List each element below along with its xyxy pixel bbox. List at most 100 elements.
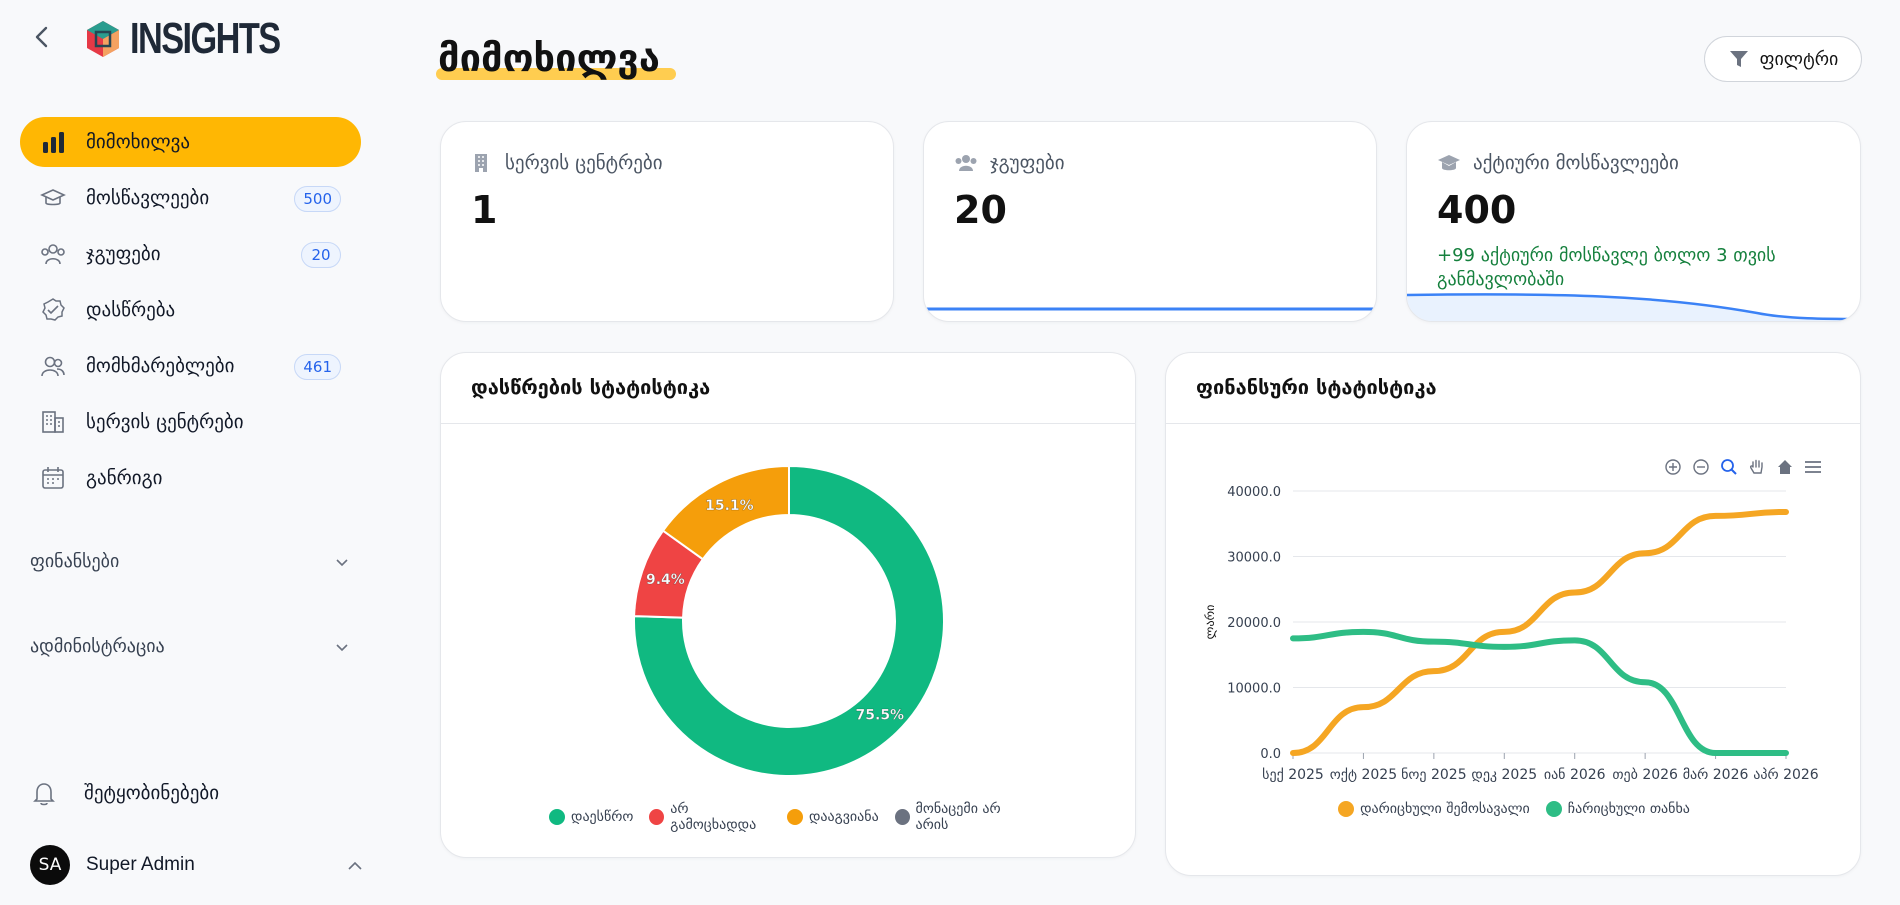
legend-item[interactable]: არ გამოცხადდა	[649, 801, 771, 833]
check-badge-icon	[40, 297, 66, 323]
calendar-icon	[40, 465, 66, 491]
y-tick-label: 10000.0	[1227, 682, 1281, 697]
sidebar-item-students[interactable]: მოსწავლეები 500	[20, 173, 361, 223]
attendance-panel: დასწრების სტატისტიკა 75.5% 9.4% 15.1% დაეს…	[440, 352, 1136, 858]
legend-label: დაესწრო	[571, 809, 634, 825]
legend-item[interactable]: დაესწრო	[549, 809, 633, 825]
count-badge: 461	[294, 354, 341, 380]
sparkline	[1407, 293, 1860, 321]
section-label: ფინანსები	[30, 551, 120, 572]
sidebar-item-attendance[interactable]: დასწრება	[20, 285, 361, 335]
y-tick-label: 0.0	[1260, 747, 1281, 762]
legend-swatch	[786, 809, 803, 825]
stat-card-active-students: აქტიური მოსწავლეები 400 +99 აქტიური მოსწ…	[1406, 121, 1861, 322]
x-tick-label: თებ 2026	[1612, 767, 1678, 783]
x-tick-label: აპრ 2026	[1753, 766, 1819, 783]
y-axis-label: ლარი	[1203, 605, 1217, 640]
panel-title: ფინანსური სტატისტიკა	[1196, 375, 1437, 399]
building-icon	[475, 154, 487, 172]
legend-item[interactable]: დარიცხული შემოსავალი	[1338, 801, 1530, 817]
sidebar-item-service-centers[interactable]: სერვის ცენტრები	[20, 397, 361, 447]
avatar: SA	[30, 845, 70, 885]
finance-line-chart: 0.0 10000.0 20000.0 30000.0 40000.0 სექ 2025 ო…	[1203, 485, 1819, 783]
chart-legend: დაესწრო არ გამოცხადდა დააგვიანა მონაცემი არ…	[549, 801, 1029, 833]
chevron-up-icon[interactable]	[346, 857, 364, 875]
series-line[interactable]	[1290, 628, 1789, 756]
slice-label: 9.4%	[646, 572, 685, 588]
sidebar-item-users[interactable]: მომხმარებლები 461	[20, 341, 361, 391]
legend-label: დარიცხული შემოსავალი	[1360, 801, 1530, 817]
x-tick-label: სექ 2025	[1262, 767, 1324, 783]
sidebar-item-label: მიმოხილვა	[86, 131, 190, 153]
logo-icon	[87, 21, 119, 57]
user-icon	[40, 353, 66, 379]
count-badge: 20	[301, 242, 341, 268]
notifications-item[interactable]: შეტყობინებები	[30, 779, 219, 807]
user-name: Super Admin	[86, 854, 195, 875]
legend-item[interactable]: ჩარიცხული თანხა	[1545, 801, 1690, 817]
legend-swatch	[649, 809, 665, 825]
graduation-cap-icon	[1438, 155, 1460, 171]
chart-legend: დარიცხული შემოსავალი ჩარიცხული თანხა	[1166, 801, 1860, 817]
sidebar-item-label: ჯგუფები	[86, 243, 161, 265]
legend-swatch	[1545, 801, 1562, 817]
y-tick-label: 20000.0	[1227, 616, 1281, 631]
legend-swatch	[894, 809, 910, 825]
bell-icon	[33, 783, 55, 806]
legend-swatch	[549, 809, 565, 825]
count-badge: 500	[294, 186, 341, 212]
x-tick-label: მარ 2026	[1683, 766, 1749, 783]
logo[interactable]: INSIGHTS	[82, 14, 322, 64]
y-tick-label: 30000.0	[1227, 551, 1281, 566]
sidebar-section-administration[interactable]: ადმინისტრაცია	[30, 636, 350, 657]
sidebar-item-label: სერვის ცენტრები	[86, 411, 244, 433]
users-group-icon	[955, 155, 977, 171]
attendance-donut-chart: 75.5% 9.4% 15.1%	[633, 464, 945, 777]
logo-text: INSIGHTS	[130, 14, 281, 63]
filter-button[interactable]: ფილტრი	[1704, 36, 1862, 82]
graduation-cap-icon	[40, 185, 66, 211]
page-title: მიმოხილვა	[438, 36, 660, 80]
sidebar-item-schedule[interactable]: განრიგი	[20, 453, 361, 503]
user-menu[interactable]: SA Super Admin	[30, 845, 364, 885]
legend-item[interactable]: დააგვიანა	[786, 809, 879, 825]
notifications-label: შეტყობინებები	[84, 782, 220, 804]
legend-swatch	[1338, 801, 1355, 817]
sidebar-item-label: მომხმარებლები	[86, 355, 235, 377]
x-tick-label: ნოე 2025	[1401, 767, 1467, 783]
legend-label: არ გამოცხადდა	[670, 801, 757, 833]
stat-card-service-centers: სერვის ცენტრები 1	[440, 121, 894, 322]
slice-label: 75.5%	[856, 708, 905, 724]
legend-label: დააგვიანა	[808, 809, 879, 825]
stat-title: ჯგუფები	[990, 152, 1065, 174]
finance-panel: ფინანსური სტატისტიკა 0.0 10000.0 20000.0 30…	[1165, 352, 1861, 876]
filter-icon	[1729, 51, 1748, 67]
sidebar-section-finances[interactable]: ფინანსები	[30, 551, 350, 572]
stat-note: +99 აქტიური მოსწავლე ბოლო 3 თვის განმავლ…	[1437, 245, 1776, 290]
sidebar-item-overview[interactable]: მიმოხილვა	[20, 117, 361, 167]
chevron-down-icon	[336, 643, 348, 651]
x-tick-label: ოქტ 2025	[1330, 767, 1397, 783]
sidebar-nav: მიმოხილვა მოსწავლეები 500 ჯგუფები 20 დას…	[20, 117, 361, 509]
sidebar: INSIGHTS მიმოხილვა მოსწავლეები 500 ჯგუფე…	[0, 0, 380, 905]
legend-item[interactable]: მონაცემი არ არის	[894, 801, 1029, 833]
sidebar-item-label: მოსწავლეები	[86, 187, 210, 209]
sparkline	[924, 307, 1376, 311]
stat-value: 20	[954, 188, 1007, 232]
legend-label: ჩარიცხული თანხა	[1567, 801, 1690, 817]
section-label: ადმინისტრაცია	[30, 636, 165, 657]
sidebar-item-label: განრიგი	[86, 467, 163, 489]
stat-value: 1	[471, 188, 498, 232]
bar-chart-icon	[40, 129, 66, 155]
slice-label: 15.1%	[705, 498, 754, 514]
back-icon[interactable]	[30, 24, 56, 50]
building-icon	[40, 409, 66, 435]
sidebar-item-groups[interactable]: ჯგუფები 20	[20, 229, 361, 279]
stat-value: 400	[1437, 188, 1517, 232]
panel-title: დასწრების სტატისტიკა	[471, 375, 711, 399]
sidebar-item-label: დასწრება	[86, 299, 176, 321]
x-tick-label: დეკ 2025	[1471, 767, 1537, 783]
users-group-icon	[40, 241, 66, 267]
legend-label: მონაცემი არ არის	[915, 801, 1001, 833]
chevron-down-icon	[336, 558, 348, 566]
